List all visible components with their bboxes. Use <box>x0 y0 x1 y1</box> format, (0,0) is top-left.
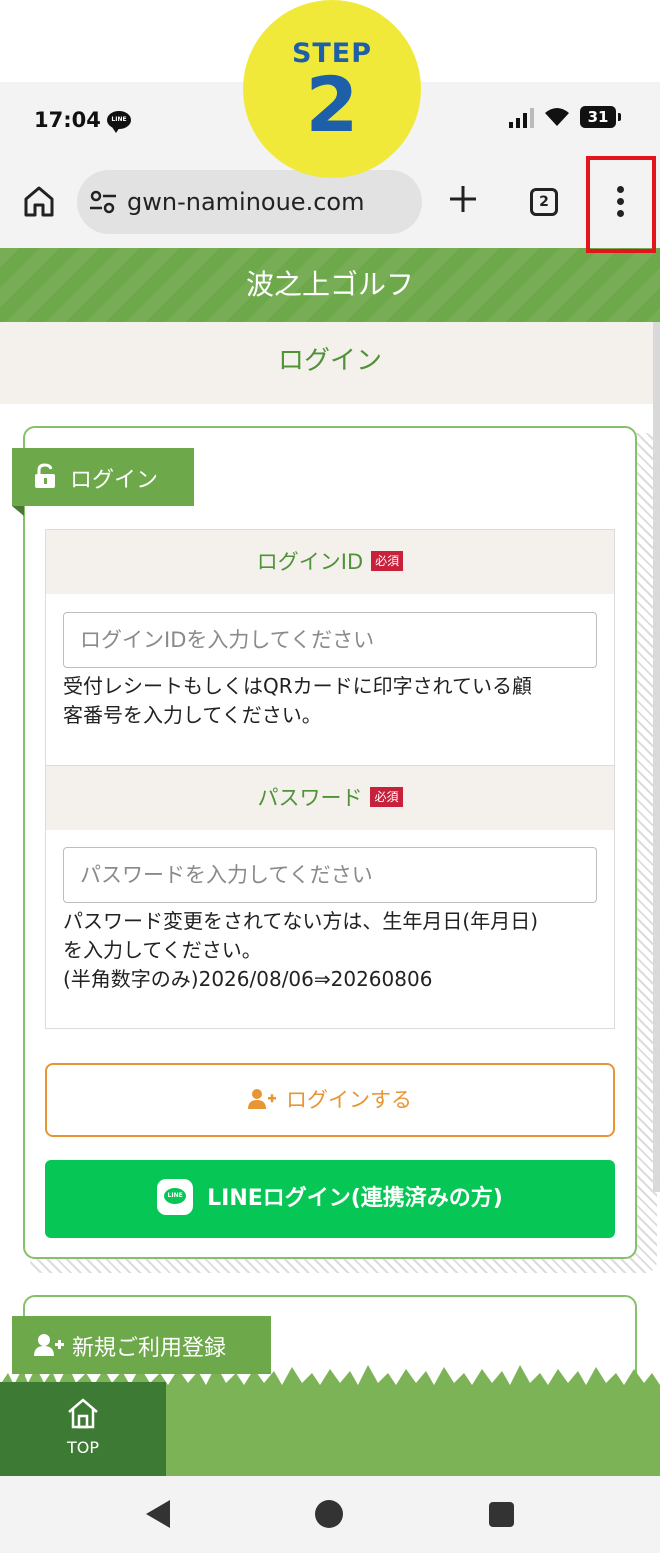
login-id-input[interactable] <box>63 612 597 668</box>
unlock-icon <box>35 463 55 488</box>
home-icon[interactable] <box>22 184 56 218</box>
tab-fold <box>12 506 24 516</box>
status-indicators: 31 <box>509 106 621 128</box>
required-badge: 必須 <box>371 551 404 571</box>
signal-icon <box>509 106 534 128</box>
user-plus-icon <box>248 1089 276 1109</box>
register-section-label: 新規ご利用登録 <box>72 1336 227 1361</box>
page-title: ログイン <box>277 346 382 376</box>
status-time: 17:04 <box>34 108 101 132</box>
step-badge: STEP 2 <box>243 0 421 178</box>
login-id-label: ログインID <box>256 550 364 574</box>
system-nav-bar <box>0 1476 660 1553</box>
help-line: を入力してください。 <box>63 938 262 962</box>
top-nav-button[interactable]: TOP <box>0 1382 166 1476</box>
home-circle-icon[interactable] <box>315 1500 343 1528</box>
step-number: 2 <box>305 60 359 149</box>
top-label: TOP <box>66 1438 99 1457</box>
login-button[interactable]: ログインする <box>45 1063 615 1137</box>
new-tab-icon[interactable] <box>446 182 480 216</box>
login-id-label-row: ログインID 必須 <box>46 530 614 594</box>
help-line: パスワード変更をされてない方は、生年月日(年月日) <box>63 909 539 933</box>
required-badge: 必須 <box>370 787 403 807</box>
address-bar[interactable]: gwn-naminoue.com <box>77 170 422 234</box>
back-icon[interactable] <box>146 1500 170 1528</box>
login-button-label: ログインする <box>286 1088 412 1112</box>
line-logo-text: LINE <box>167 1192 183 1199</box>
page-header: ログイン <box>0 322 660 404</box>
login-form: ログインID 必須 受付レシートもしくはQRカードに印字されている顧 客番号を入力… <box>45 529 615 1029</box>
password-help: パスワード変更をされてない方は、生年月日(年月日) を入力してください。 (半角… <box>63 907 603 994</box>
line-logo-icon: LINE <box>157 1179 194 1215</box>
user-plus-icon <box>34 1334 64 1356</box>
help-line: (半角数字のみ)2026/08/06⇒20260806 <box>63 967 433 991</box>
wifi-icon <box>545 108 569 126</box>
line-login-label: LINEログイン(連携済みの方) <box>207 1186 503 1211</box>
recent-apps-icon[interactable] <box>489 1502 514 1527</box>
password-label: パスワード <box>257 786 363 810</box>
line-notification-icon: LINE <box>107 111 131 133</box>
help-line: 受付レシートもしくはQRカードに印字されている顧 <box>63 674 533 698</box>
menu-highlight-box <box>586 156 656 253</box>
password-label-row: パスワード 必須 <box>46 766 614 830</box>
login-section-tab: ログイン <box>12 448 194 506</box>
site-title: 波之上ゴルフ <box>245 268 414 301</box>
tab-switcher-button[interactable]: 2 <box>530 188 558 216</box>
site-settings-icon[interactable] <box>89 190 117 214</box>
battery-icon: 31 <box>580 106 621 128</box>
password-input[interactable] <box>63 847 597 903</box>
register-section-tab[interactable]: 新規ご利用登録 <box>12 1316 271 1374</box>
line-login-button[interactable]: LINE LINEログイン(連携済みの方) <box>45 1160 615 1238</box>
login-section-label: ログイン <box>70 468 159 493</box>
help-line: 客番号を入力してください。 <box>63 703 322 727</box>
site-header: 波之上ゴルフ <box>0 248 660 322</box>
url-text: gwn-naminoue.com <box>127 188 365 216</box>
home-icon <box>68 1398 98 1429</box>
login-id-help: 受付レシートもしくはQRカードに印字されている顧 客番号を入力してください。 <box>63 672 603 730</box>
line-notification-text: LINE <box>111 116 127 123</box>
